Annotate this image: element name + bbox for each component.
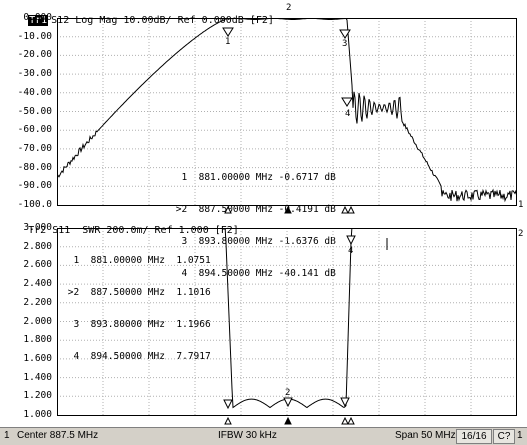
t2-marker-1[interactable]	[223, 399, 233, 410]
trace2-marker-row: >2 887.50000 MHz 1.1016	[62, 286, 211, 298]
trace2-marker-table: 1 881.00000 MHz 1.0751 >2 887.50000 MHz …	[62, 235, 211, 383]
trace1-y-tick-label: -100.0	[17, 199, 52, 210]
center-frequency[interactable]: Center 887.5 MHz	[17, 430, 98, 441]
trace1-y-tick-label: -80.00	[17, 161, 52, 173]
marker-1[interactable]: 1	[222, 27, 234, 47]
trace2-y-tick-label: 2.800	[23, 240, 52, 252]
trace2-y-tick-label: 2.000	[23, 315, 52, 327]
trace2-y-tick-label: 1.800	[23, 334, 52, 346]
indicator-4-icon	[347, 205, 355, 214]
t2-marker-3[interactable]	[340, 397, 350, 408]
trace1-y-tick-label: -50.00	[17, 105, 52, 117]
marker-2-top-label: 2	[286, 3, 292, 13]
span-setting[interactable]: Span 50 MHz	[395, 430, 456, 441]
sweep-count: 16/16	[456, 429, 492, 444]
trace2-marker-row: 3 893.80000 MHz 1.1966	[62, 318, 211, 330]
trace1-y-tick-label: -70.00	[17, 142, 52, 154]
t2-marker-2-label: 2	[285, 388, 290, 398]
trace2-y-tick-label: 1.200	[23, 390, 52, 402]
trace1-y-tick-label: -60.00	[17, 124, 52, 136]
t2-marker-3-triangle	[340, 397, 350, 408]
status-bar: 1 Center 887.5 MHz IFBW 30 kHz Span 50 M…	[0, 427, 527, 445]
trace2-y-tick-label: 1.400	[23, 371, 52, 383]
t2-marker-4-triangle	[346, 235, 356, 246]
t2-marker-2[interactable]: 2	[283, 388, 293, 408]
trace2-marker-row: 1 881.00000 MHz 1.0751	[62, 255, 211, 267]
trace2-y-tick-label: 1.000	[23, 409, 52, 420]
marker-4-label: 4	[345, 109, 350, 119]
t2-indicator-1-icon	[224, 416, 232, 425]
t2-marker-2-triangle	[283, 397, 293, 408]
trace1-marker-indicators	[224, 205, 355, 214]
indicator-1-icon	[224, 205, 232, 214]
channel-indicator[interactable]: 1	[4, 430, 10, 441]
trace2-y-tick-label: 2.400	[23, 278, 52, 290]
trace1-y-tick-label: -40.00	[17, 86, 52, 98]
status-end-marker: 1	[517, 430, 523, 441]
vna-screen: Tr1 S12 Log Mag 10.00dB/ Ref 0.000dB [F2]…	[0, 0, 527, 445]
cal-status[interactable]: C?	[493, 429, 515, 444]
t2-indicator-3-icon	[341, 416, 349, 425]
trace2-right-marker: 2	[518, 229, 524, 239]
indicator-3-icon	[341, 205, 349, 214]
t2-indicator-2-icon	[284, 416, 292, 425]
trace1-y-tick-label: -20.00	[17, 49, 52, 61]
trace2-marker-row: 4 894.50000 MHz 7.7917	[62, 350, 211, 362]
trace2-y-tick-label: 2.600	[23, 259, 52, 271]
t2-marker-1-triangle	[223, 399, 233, 410]
marker-1-label: 1	[225, 37, 230, 47]
t2-marker-4-label: 4	[348, 246, 353, 256]
trace1-y-tick-label: -10.00	[17, 30, 52, 42]
trace1-y-tick-label: 0.000	[23, 12, 52, 23]
trace1-y-tick-label: -90.00	[17, 180, 52, 192]
indicator-2-icon	[284, 205, 292, 214]
trace1-marker-row: 1 881.00000 MHz -0.6717 dB	[170, 172, 336, 184]
marker-1-triangle	[222, 27, 234, 37]
t2-indicator-4-icon	[347, 416, 355, 425]
marker-3-label: 3	[342, 39, 347, 49]
trace2-y-tick-label: 3.000	[23, 222, 52, 233]
t2-marker-4[interactable]: 4	[346, 235, 356, 256]
marker-4-triangle	[341, 97, 353, 107]
trace2-y-tick-label: 1.600	[23, 352, 52, 364]
ifbw-setting[interactable]: IFBW 30 kHz	[218, 430, 277, 441]
trace2-y-tick-label: 2.200	[23, 296, 52, 308]
marker-4[interactable]: 4	[341, 97, 353, 119]
trace1-right-marker: 1	[518, 200, 524, 210]
trace2-marker-indicators	[224, 416, 355, 425]
trace1-y-tick-label: -30.00	[17, 68, 52, 80]
